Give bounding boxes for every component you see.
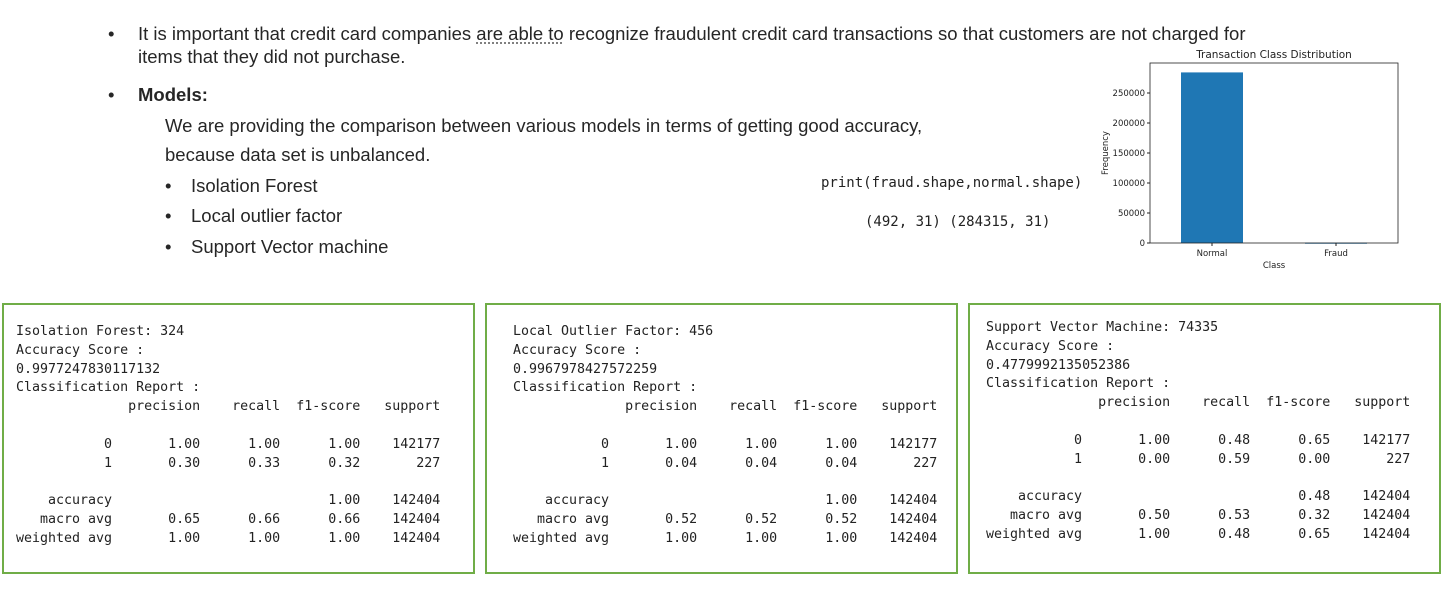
report-line: Support Vector Machine: 74335	[986, 320, 1219, 335]
svm-panel: Support Vector Machine: 74335 Accuracy S…	[968, 303, 1441, 574]
report-line: 0.4779992135052386	[986, 357, 1131, 373]
models-bullet: • Models:	[108, 83, 208, 106]
models-list-item: • Isolation Forest	[165, 175, 317, 197]
models-description-line2: because data set is unbalanced.	[165, 144, 431, 165]
x-tick-label: Fraud	[1324, 249, 1348, 259]
bullet-glyph: •	[165, 236, 172, 257]
isolation-forest-panel: Isolation Forest: 324 Accuracy Score : 0…	[2, 303, 475, 574]
report-line: accuracy 1.00 142404	[16, 493, 441, 509]
report-line: Classification Report :	[513, 380, 698, 396]
report-line: macro avg 0.65 0.66 0.66 142404	[16, 511, 441, 527]
code-output: (492, 31) (284315, 31)	[865, 214, 1051, 230]
report-line: 0.9977247830117132	[16, 361, 161, 377]
models-list-item: • Support Vector machine	[165, 236, 388, 258]
report-line: Accuracy Score :	[16, 342, 145, 358]
report-line: 0.9967978427572259	[513, 361, 658, 377]
report-line: 1 0.00 0.59 0.00 227	[986, 451, 1411, 467]
isolation-forest-report: Isolation Forest: 324 Accuracy Score : 0…	[16, 323, 440, 549]
bullet-glyph: •	[165, 175, 172, 196]
y-tick-label: 0	[1140, 239, 1145, 249]
y-tick-label: 100000	[1113, 179, 1145, 189]
model-name: Local outlier factor	[191, 205, 343, 226]
report-line: weighted avg 1.00 1.00 1.00 142404	[513, 530, 938, 546]
report-line: accuracy 1.00 142404	[513, 493, 938, 509]
local-outlier-factor-report: Local Outlier Factor: 456 Accuracy Score…	[513, 323, 937, 549]
report-line: Accuracy Score :	[513, 342, 642, 358]
svm-report: Support Vector Machine: 74335 Accuracy S…	[986, 319, 1410, 545]
bullet-glyph: •	[108, 23, 115, 44]
local-outlier-factor-panel: Local Outlier Factor: 456 Accuracy Score…	[485, 303, 958, 574]
report-line: Isolation Forest: 324	[16, 324, 185, 339]
models-list-item: • Local outlier factor	[165, 205, 342, 227]
x-tick-label: Normal	[1197, 249, 1228, 259]
y-tick-label: 250000	[1113, 89, 1145, 99]
models-description-line1: We are providing the comparison between …	[165, 115, 923, 136]
report-line: precision recall f1-score support	[16, 399, 441, 415]
report-line: precision recall f1-score support	[513, 399, 938, 415]
report-line: macro avg 0.50 0.53 0.32 142404	[986, 507, 1411, 523]
code-statement: print(fraud.shape,normal.shape)	[821, 175, 1083, 191]
y-axis-label: Frequency	[1101, 131, 1111, 175]
models-heading: Models:	[138, 84, 208, 105]
report-line: 0 1.00 1.00 1.00 142177	[513, 436, 938, 452]
report-line: Classification Report :	[16, 380, 201, 396]
intro-text-part2: recognize fraudulent credit card transac…	[563, 23, 1246, 44]
bar-normal	[1181, 72, 1243, 243]
report-line: 0 1.00 0.48 0.65 142177	[986, 432, 1411, 448]
y-tick-label: 50000	[1118, 209, 1145, 219]
intro-text-underlined: are able to	[476, 23, 564, 44]
report-line: 1 0.30 0.33 0.32 227	[16, 455, 441, 471]
intro-text-line2: items that they did not purchase.	[138, 46, 406, 67]
report-line: accuracy 0.48 142404	[986, 489, 1411, 505]
chart-svg: Transaction Class Distribution Normal Frau…	[1101, 49, 1399, 271]
chart-title: Transaction Class Distribution	[1195, 49, 1352, 61]
report-line: Accuracy Score :	[986, 338, 1115, 354]
class-distribution-chart: Transaction Class Distribution Normal Frau…	[1095, 45, 1435, 275]
report-line: Local Outlier Factor: 456	[513, 324, 714, 339]
bullet-glyph: •	[165, 205, 172, 226]
x-axis-label: Class	[1263, 261, 1286, 271]
model-name: Support Vector machine	[191, 236, 389, 257]
model-name: Isolation Forest	[191, 175, 318, 196]
report-line: 0 1.00 1.00 1.00 142177	[16, 436, 441, 452]
bullet-glyph: •	[108, 84, 115, 105]
y-tick-label: 150000	[1113, 149, 1145, 159]
intro-text-part1: It is important that credit card compani…	[138, 23, 477, 44]
report-line: precision recall f1-score support	[986, 395, 1411, 411]
report-line: weighted avg 1.00 0.48 0.65 142404	[986, 526, 1411, 542]
report-line: Classification Report :	[986, 376, 1171, 392]
report-line: weighted avg 1.00 1.00 1.00 142404	[16, 530, 441, 546]
report-line: 1 0.04 0.04 0.04 227	[513, 455, 938, 471]
y-tick-label: 200000	[1113, 119, 1145, 129]
report-line: macro avg 0.52 0.52 0.52 142404	[513, 511, 938, 527]
